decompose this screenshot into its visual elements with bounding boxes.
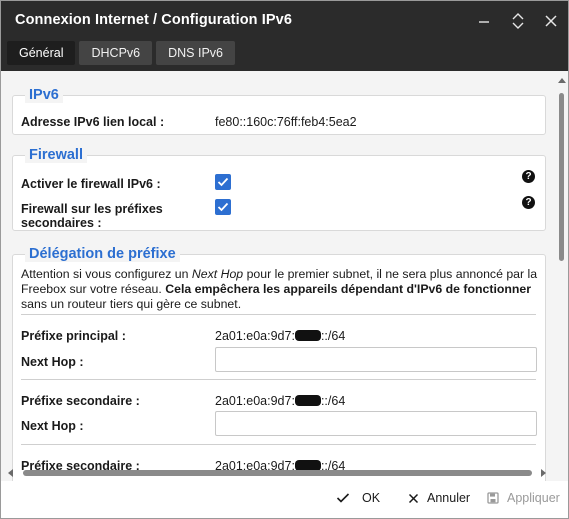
prefix-end: ::/64 bbox=[320, 394, 346, 408]
primary-prefix-label: Préfixe principal : bbox=[21, 329, 126, 343]
tab-bar: Général DHCPv6 DNS IPv6 bbox=[7, 41, 235, 65]
check-icon bbox=[336, 493, 350, 503]
settings-panel: IPv6 Adresse IPv6 lien local : fe80::160… bbox=[1, 71, 568, 481]
apply-label: Appliquer bbox=[507, 491, 560, 505]
tab-dhcpv6[interactable]: DHCPv6 bbox=[79, 41, 153, 65]
ipv6-legend: IPv6 bbox=[25, 87, 63, 103]
secondary-prefix-value: 2a01:e0a:9d7:::/64 bbox=[215, 394, 345, 408]
cancel-icon bbox=[408, 493, 419, 503]
secondary-firewall-checkbox[interactable] bbox=[215, 199, 231, 215]
vertical-scroll-thumb[interactable] bbox=[559, 93, 564, 261]
next-hop-input[interactable] bbox=[215, 411, 537, 436]
cancel-button[interactable]: Annuler bbox=[408, 491, 470, 505]
scroll-left-icon[interactable] bbox=[7, 469, 15, 477]
notice-text: Attention si vous configurez un bbox=[21, 267, 192, 281]
scroll-right-icon[interactable] bbox=[539, 469, 547, 477]
delegation-notice: Attention si vous configurez un Next Hop… bbox=[21, 267, 543, 312]
next-hop-label: Next Hop : bbox=[21, 355, 84, 369]
save-icon bbox=[487, 492, 499, 504]
horizontal-scroll-thumb[interactable] bbox=[23, 470, 532, 476]
help-icon[interactable]: ? bbox=[522, 196, 535, 209]
chevrons-icon bbox=[512, 13, 524, 29]
vertical-scrollbar[interactable] bbox=[555, 71, 568, 481]
divider bbox=[21, 314, 536, 315]
close-icon bbox=[545, 15, 557, 27]
redaction-mark bbox=[294, 330, 321, 341]
minimize-icon bbox=[479, 21, 489, 23]
notice-emphasis: Next Hop bbox=[191, 267, 244, 281]
help-icon[interactable]: ? bbox=[522, 170, 535, 183]
notice-warning: Cela empêchera les appareils dépendant d… bbox=[165, 282, 532, 296]
minimize-button[interactable] bbox=[474, 11, 494, 31]
primary-prefix-value: 2a01:e0a:9d7:::/64 bbox=[215, 329, 345, 343]
checkmark-icon bbox=[217, 177, 229, 187]
divider bbox=[21, 379, 536, 380]
dialog-footer: OK Annuler Appliquer bbox=[1, 481, 568, 518]
enable-firewall-label: Activer le firewall IPv6 : bbox=[21, 177, 161, 191]
checkmark-icon bbox=[217, 202, 229, 212]
prefix-start: 2a01:e0a:9d7: bbox=[215, 394, 295, 408]
title-bar: Connexion Internet / Configuration IPv6 … bbox=[1, 1, 568, 71]
delegation-legend: Délégation de préfixe bbox=[25, 246, 180, 262]
window-title: Connexion Internet / Configuration IPv6 bbox=[15, 12, 292, 28]
scroll-up-icon[interactable] bbox=[558, 77, 566, 85]
firewall-section: Firewall Activer le firewall IPv6 : ? Fi… bbox=[12, 147, 546, 231]
close-button[interactable] bbox=[541, 11, 561, 31]
ipv6-section: IPv6 Adresse IPv6 lien local : fe80::160… bbox=[12, 87, 546, 135]
notice-text: sans un routeur tiers qui gère ce subnet… bbox=[21, 297, 242, 311]
enable-firewall-checkbox[interactable] bbox=[215, 174, 231, 190]
divider bbox=[21, 444, 536, 445]
firewall-legend: Firewall bbox=[25, 147, 87, 163]
cancel-label: Annuler bbox=[427, 491, 471, 505]
next-hop-input[interactable] bbox=[215, 347, 537, 372]
ok-label: OK bbox=[362, 491, 381, 505]
next-hop-label: Next Hop : bbox=[21, 419, 84, 433]
local-address-label: Adresse IPv6 lien local : bbox=[21, 115, 165, 129]
tab-dns-ipv6[interactable]: DNS IPv6 bbox=[156, 41, 235, 65]
prefix-start: 2a01:e0a:9d7: bbox=[215, 329, 295, 343]
prefix-end: ::/64 bbox=[320, 329, 346, 343]
apply-button[interactable]: Appliquer bbox=[487, 491, 560, 505]
local-address-value: fe80::160c:76ff:feb4:5ea2 bbox=[215, 115, 357, 129]
horizontal-scrollbar[interactable] bbox=[1, 465, 555, 481]
prefix-delegation-section: Délégation de préfixe Attention si vous … bbox=[12, 246, 546, 481]
collapse-button[interactable] bbox=[508, 11, 528, 31]
redaction-mark bbox=[294, 395, 321, 406]
configuration-dialog: Connexion Internet / Configuration IPv6 … bbox=[0, 0, 569, 519]
ok-button[interactable]: OK bbox=[336, 491, 380, 505]
secondary-prefix-label: Préfixe secondaire : bbox=[21, 394, 140, 408]
secondary-firewall-label: Firewall sur les préfixes secondaires : bbox=[21, 202, 163, 230]
tab-general[interactable]: Général bbox=[7, 41, 76, 65]
